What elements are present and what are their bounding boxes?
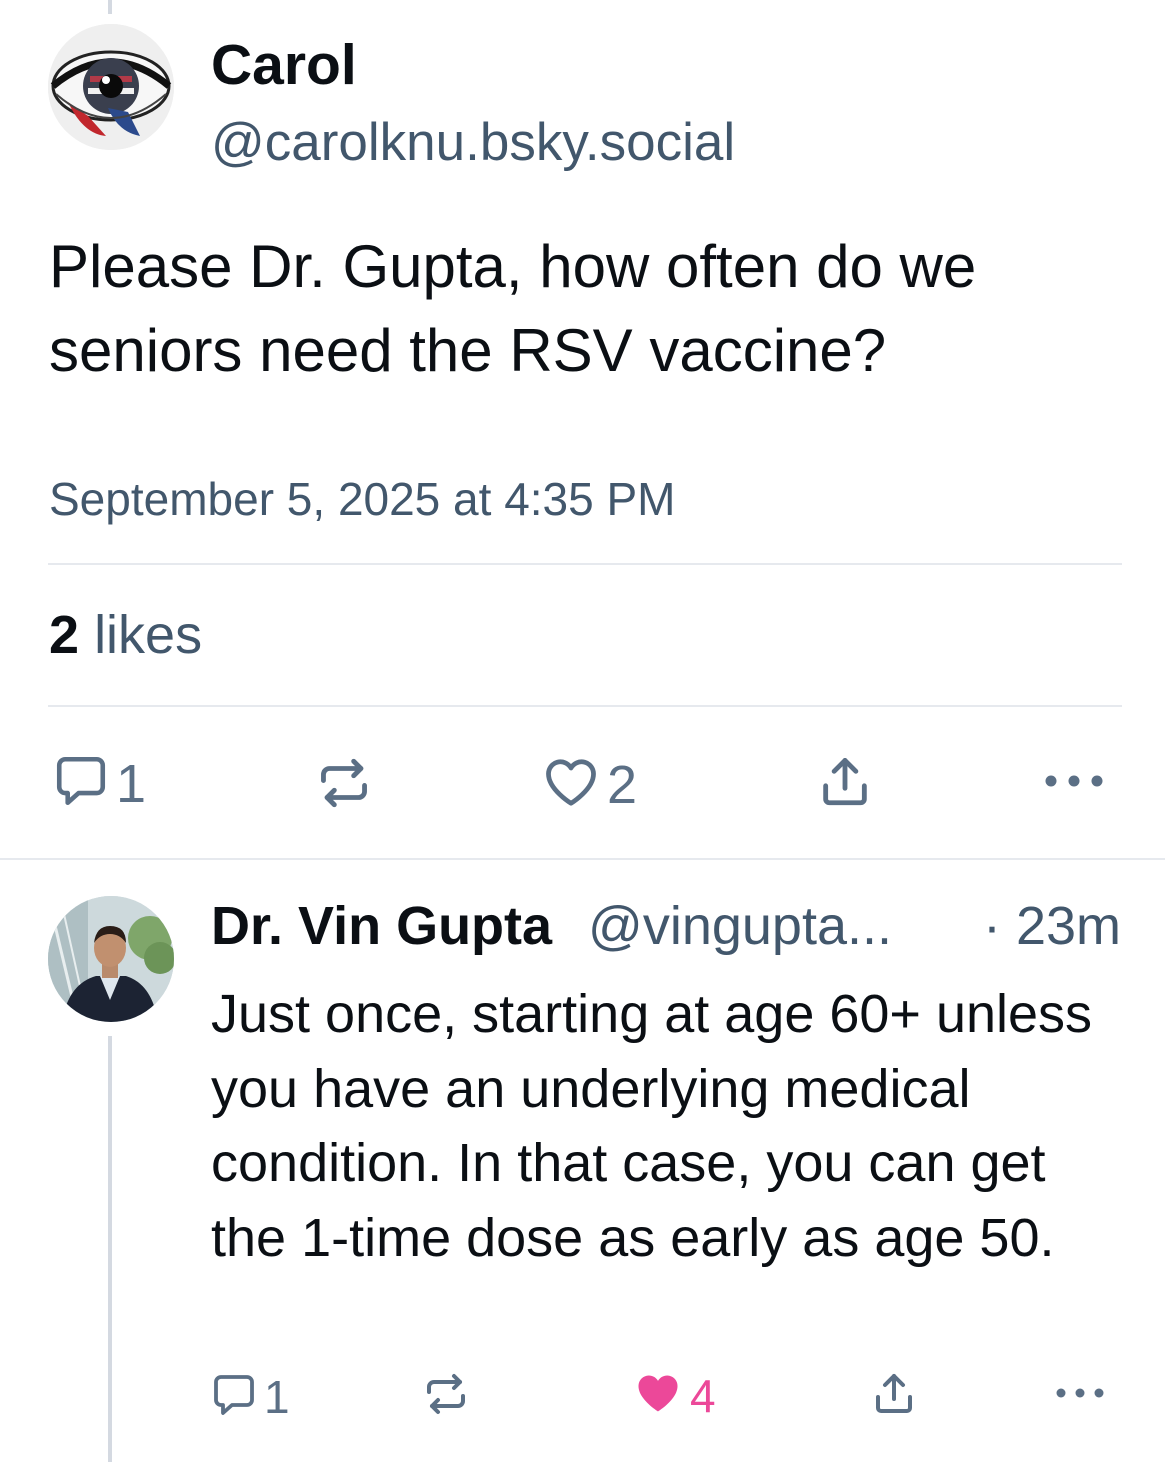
more-icon	[1043, 766, 1105, 801]
thread-connector-line	[108, 0, 112, 14]
reply-repost-button[interactable]	[422, 1370, 470, 1423]
more-options-button[interactable]	[1043, 766, 1105, 801]
author-name[interactable]: Carol	[211, 32, 357, 98]
reply-author-handle[interactable]: @vingupta...	[588, 895, 892, 957]
post-text: Please Dr. Gupta, how often do we senior…	[49, 233, 977, 384]
reply-text: Just once, starting at age 60+ unless yo…	[211, 984, 1093, 1268]
repost-icon	[315, 754, 373, 817]
heart-icon	[541, 752, 601, 817]
reply-count: 1	[116, 753, 147, 814]
reply-icon	[52, 752, 110, 815]
avatar-carol[interactable]	[48, 24, 174, 150]
reply-author-name[interactable]: Dr. Vin Gupta	[211, 895, 552, 957]
reply-icon	[210, 1371, 258, 1424]
like-button[interactable]: 2	[541, 752, 637, 817]
reply-like-button[interactable]: 4	[632, 1367, 716, 1424]
reply-reply-button[interactable]: 1	[210, 1370, 290, 1424]
share-icon	[870, 1369, 918, 1422]
thread-connector-line	[108, 1036, 112, 1462]
likes-summary[interactable]: 2 likes	[49, 604, 202, 666]
divider	[48, 563, 1122, 565]
repost-button[interactable]	[315, 754, 373, 817]
heart-filled-icon	[632, 1367, 684, 1424]
divider	[48, 705, 1122, 707]
like-count: 2	[607, 754, 638, 815]
share-button[interactable]	[816, 752, 874, 815]
repost-icon	[422, 1370, 470, 1423]
reply-like-count: 4	[690, 1369, 716, 1422]
reply-button[interactable]: 1	[52, 752, 146, 815]
reply-share-button[interactable]	[870, 1369, 918, 1422]
reply-reply-count: 1	[264, 1371, 290, 1423]
reply-more-options-button[interactable]	[1055, 1380, 1105, 1411]
likes-count: 2	[49, 605, 80, 665]
reply-header: Dr. Vin Gupta @vingupta... · 23m	[211, 895, 1131, 961]
avatar-vin-gupta[interactable]	[48, 896, 174, 1022]
section-divider	[0, 858, 1165, 860]
post-thread-view: Carol @carolknu.bsky.social Please Dr. G…	[0, 0, 1165, 1476]
likes-label: likes	[94, 605, 203, 665]
reply-timestamp[interactable]: · 23m	[983, 895, 1121, 957]
more-icon	[1055, 1380, 1105, 1411]
author-handle[interactable]: @carolknu.bsky.social	[211, 112, 735, 173]
post-timestamp: September 5, 2025 at 4:35 PM	[49, 473, 676, 525]
share-icon	[816, 752, 874, 815]
